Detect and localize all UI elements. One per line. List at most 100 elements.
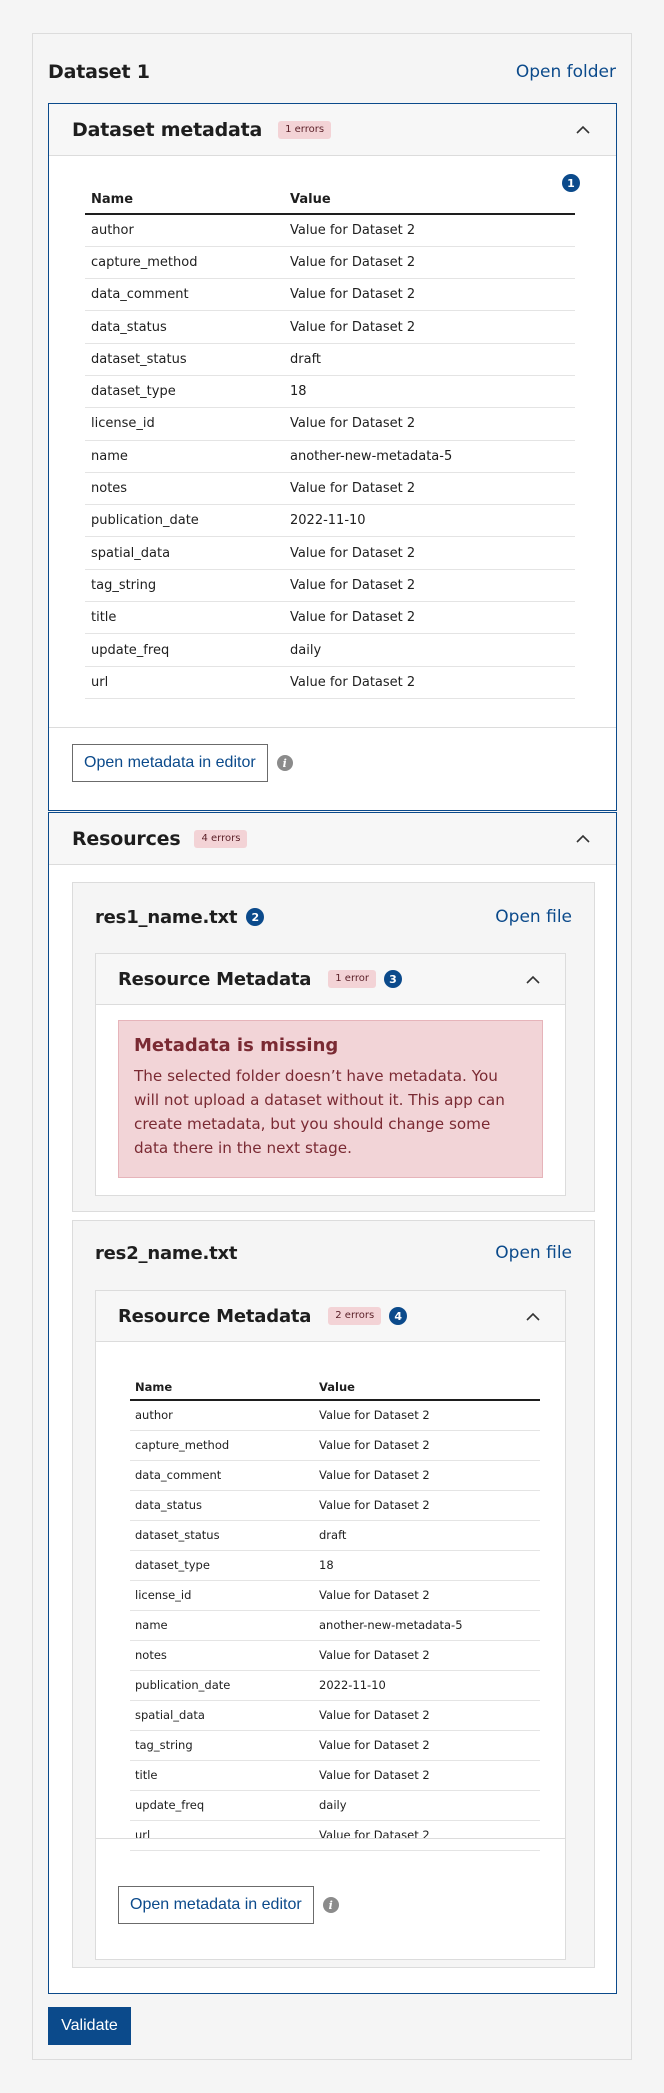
field-value: Value for Dataset 2: [284, 278, 575, 312]
column-header-name: Name: [85, 182, 284, 215]
table-row: name another-new-metadata-5: [130, 1610, 540, 1641]
resource-metadata-panel: Resource Metadata 2 errors 4 Name Value …: [95, 1290, 566, 1960]
resource-header: res2_name.txt Open file: [95, 1239, 572, 1267]
field-name: data_status: [85, 310, 284, 344]
field-name: publication_date: [130, 1670, 314, 1701]
resources-panel: Resources 4 errors res1_name.txt 2 Open …: [48, 812, 617, 1994]
open-folder-link[interactable]: Open folder: [516, 62, 616, 82]
field-value: 2022-11-10: [284, 504, 575, 538]
field-name: title: [85, 601, 284, 635]
field-value: Value for Dataset 2: [314, 1700, 540, 1731]
table-row: dataset_type 18: [130, 1550, 540, 1581]
field-value: Value for Dataset 2: [284, 472, 575, 506]
field-value: Value for Dataset 2: [284, 310, 575, 344]
field-value: Value for Dataset 2: [314, 1400, 540, 1431]
field-value: Value for Dataset 2: [314, 1760, 540, 1791]
field-value: Value for Dataset 2: [314, 1730, 540, 1761]
open-metadata-editor-button[interactable]: Open metadata in editor: [72, 744, 268, 782]
resource-metadata-panel: Resource Metadata 1 error 3 Metadata is …: [95, 953, 566, 1196]
chevron-up-icon[interactable]: [523, 1306, 543, 1326]
field-name: spatial_data: [85, 536, 284, 570]
resources-header[interactable]: Resources 4 errors: [49, 813, 616, 865]
field-value: Value for Dataset 2: [284, 666, 575, 699]
field-value: draft: [314, 1520, 540, 1551]
field-value: Value for Dataset 2: [284, 407, 575, 441]
error-count-badge: 2 errors: [328, 1307, 382, 1325]
table-row: capture_method Value for Dataset 2: [85, 246, 575, 280]
dataset-metadata-header[interactable]: Dataset metadata 1 errors: [49, 104, 616, 156]
resources-title: Resources: [72, 827, 181, 850]
divider: [96, 1838, 565, 1839]
field-name: tag_string: [130, 1730, 314, 1761]
resource-metadata-header[interactable]: Resource Metadata 2 errors 4: [96, 1291, 565, 1342]
chevron-up-icon[interactable]: [523, 969, 543, 989]
dataset-title: Dataset 1: [48, 61, 150, 83]
dataset-card: Dataset 1 Open folder Dataset metadata 1…: [32, 33, 632, 2060]
field-name: data_comment: [130, 1460, 314, 1491]
field-name: dataset_type: [130, 1550, 314, 1581]
table-row: capture_method Value for Dataset 2: [130, 1430, 540, 1461]
field-name: license_id: [130, 1580, 314, 1611]
table-row: author Value for Dataset 2: [130, 1400, 540, 1431]
field-value: Value for Dataset 2: [284, 246, 575, 280]
table-row: tag_string Value for Dataset 2: [85, 569, 575, 603]
resource-metadata-header[interactable]: Resource Metadata 1 error 3: [96, 954, 565, 1005]
field-value: Value for Dataset 2: [314, 1580, 540, 1611]
error-count-badge: 1 errors: [278, 120, 332, 139]
open-file-link[interactable]: Open file: [495, 907, 572, 927]
field-value: Value for Dataset 2: [314, 1430, 540, 1461]
marker-badge: 2: [246, 908, 265, 926]
table-row: license_id Value for Dataset 2: [130, 1580, 540, 1611]
chevron-up-icon[interactable]: [573, 829, 593, 849]
table-row: publication_date 2022-11-10: [85, 504, 575, 538]
table-row: data_status Value for Dataset 2: [130, 1490, 540, 1521]
resource-metadata-title: Resource Metadata: [118, 1305, 312, 1327]
field-value: draft: [284, 343, 575, 376]
table-row: update_freq daily: [85, 633, 575, 667]
field-name: capture_method: [85, 246, 284, 280]
dataset-header: Dataset 1 Open folder: [48, 58, 616, 86]
field-name: notes: [130, 1640, 314, 1671]
open-file-link[interactable]: Open file: [495, 1243, 572, 1263]
chevron-up-icon[interactable]: [573, 120, 593, 140]
table-row: name another-new-metadata-5: [85, 440, 575, 473]
field-value: Value for Dataset 2: [284, 569, 575, 603]
field-name: publication_date: [85, 504, 284, 538]
field-name: dataset_status: [85, 343, 284, 376]
editor-actions: Open metadata in editor i: [118, 1886, 339, 1924]
field-name: url: [85, 666, 284, 699]
field-value: another-new-metadata-5: [284, 440, 575, 473]
validate-button[interactable]: Validate: [48, 2007, 131, 2045]
field-name: data_status: [130, 1490, 314, 1521]
dataset-metadata-table: Name Value author Value for Dataset 2 capt…: [85, 182, 575, 699]
table-row: tag_string Value for Dataset 2: [130, 1730, 540, 1761]
open-metadata-editor-button[interactable]: Open metadata in editor: [118, 1886, 314, 1924]
column-header-value: Value: [284, 182, 575, 215]
marker-badge: 4: [389, 1307, 408, 1325]
field-value: 18: [314, 1550, 540, 1581]
table-row: notes Value for Dataset 2: [130, 1640, 540, 1671]
field-value: 2022-11-10: [314, 1670, 540, 1701]
field-name: author: [130, 1400, 314, 1431]
alert-title: Metadata is missing: [134, 1035, 339, 1056]
field-value: Value for Dataset 2: [284, 214, 575, 247]
table-row: license_id Value for Dataset 2: [85, 407, 575, 441]
field-value: daily: [314, 1790, 540, 1821]
resource-card: res1_name.txt 2 Open file Resource Metad…: [72, 882, 595, 1212]
divider: [49, 727, 616, 728]
alert-body: The selected folder doesn’t have metadat…: [134, 1067, 505, 1157]
table-row: dataset_status draft: [85, 343, 575, 376]
field-name: data_comment: [85, 278, 284, 312]
info-icon[interactable]: i: [276, 755, 293, 771]
info-icon[interactable]: i: [322, 1897, 339, 1913]
table-row: publication_date 2022-11-10: [130, 1670, 540, 1701]
table-row: data_comment Value for Dataset 2: [85, 278, 575, 312]
field-value: Value for Dataset 2: [284, 536, 575, 570]
table-row: data_status Value for Dataset 2: [85, 310, 575, 344]
table-row: data_comment Value for Dataset 2: [130, 1460, 540, 1491]
field-name: author: [85, 214, 284, 247]
resource-header: res1_name.txt 2 Open file: [95, 903, 572, 931]
column-header-name: Name: [130, 1374, 314, 1401]
table-row: title Value for Dataset 2: [85, 601, 575, 635]
table-row: dataset_status draft: [130, 1520, 540, 1551]
